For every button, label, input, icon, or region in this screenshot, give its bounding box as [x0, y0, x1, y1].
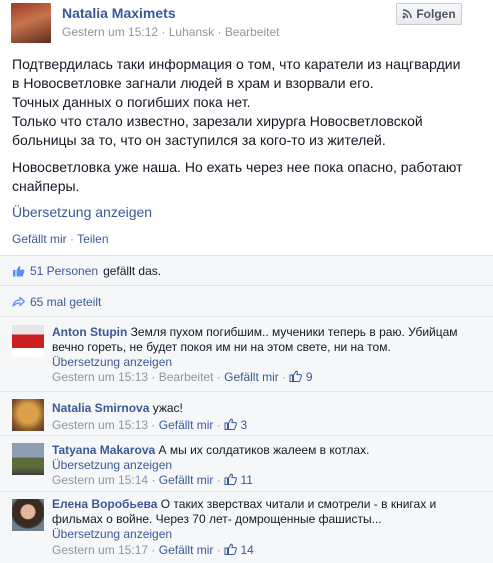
author-name[interactable]: Natalia Maximets: [62, 5, 176, 21]
post-line: Точных данных о погибших пока нет.: [12, 94, 251, 110]
author-avatar[interactable]: [11, 3, 51, 43]
comment-translate-link[interactable]: Übersetzung anzeigen: [52, 355, 172, 369]
meta-separator: ·: [161, 25, 166, 39]
comment-like-link[interactable]: Gefällt mir: [159, 543, 214, 557]
facebook-post: Natalia Maximets Gestern um 15:12 · Luha…: [0, 0, 493, 563]
comment-time[interactable]: Gestern um 15:13: [52, 370, 148, 384]
post-location[interactable]: Luhansk: [169, 25, 214, 39]
feedback-section: 51 Personen gefällt das. 65 mal geteilt …: [0, 255, 493, 563]
likes-summary: 51 Personen gefällt das.: [0, 256, 493, 286]
thumbs-up-icon: [289, 370, 303, 382]
commenter-avatar[interactable]: [12, 499, 44, 531]
comment-body: А мы их солдатиков жалеем в котлах.: [158, 443, 370, 457]
commenter-name[interactable]: Елена Воробьева: [52, 497, 157, 511]
post-paragraph-2: Новосветловка уже наша. Но ехать через н…: [12, 158, 482, 196]
comment-translate-row: Übersetzung anzeigen: [52, 527, 172, 542]
comment-like-count[interactable]: 9: [306, 370, 313, 384]
post-time[interactable]: Gestern um 15:12: [62, 25, 158, 39]
comment-like-link[interactable]: Gefällt mir: [224, 370, 279, 384]
comment-edited[interactable]: Bearbeitet: [159, 370, 214, 384]
comment-item: Tatyana Makarova А мы их солдатиков жале…: [0, 443, 493, 493]
shares-summary: 65 mal geteilt: [0, 287, 493, 317]
comment-like-link[interactable]: Gefällt mir: [159, 418, 214, 432]
comment-divider: [0, 491, 493, 492]
comment-text: Anton Stupin Земля пухом погибшим.. муче…: [52, 325, 482, 355]
thumbs-up-icon: [224, 418, 237, 430]
comment-divider: [0, 391, 493, 392]
comment-meta: Gestern um 15:17 · Gefällt mir · 14: [52, 543, 254, 557]
comment-text: Елена Воробьева О таких зверствах читали…: [52, 497, 482, 527]
comment-divider: [0, 435, 493, 436]
commenter-avatar[interactable]: [12, 325, 44, 357]
commenter-name[interactable]: Tatyana Makarova: [52, 443, 155, 457]
post-line: в Новосветловке загнали людей в храм и в…: [12, 75, 374, 91]
post-edited[interactable]: Bearbeitet: [225, 25, 280, 39]
comment-item: Anton Stupin Земля пухом погибшим.. муче…: [0, 325, 493, 393]
comment-meta: Gestern um 15:14 · Gefällt mir · 11: [52, 473, 253, 487]
post-line: Новосветловка уже наша. Но ехать через н…: [12, 159, 463, 175]
thumbs-up-icon: [224, 473, 237, 485]
share-arrow-icon: [12, 296, 25, 307]
like-link[interactable]: Gefällt mir: [12, 232, 67, 246]
commenter-avatar[interactable]: [12, 399, 44, 431]
comment-translate-row: Übersetzung anzeigen: [52, 355, 172, 370]
action-separator: ·: [70, 232, 75, 246]
comment-body: ужас!: [152, 401, 183, 415]
comment-body-line2: вечно гореть, не будет покоя им ни на эт…: [52, 340, 391, 354]
comment-item: Natalia Smirnova ужас! Gestern um 15:13 …: [0, 399, 493, 435]
comment-body-line2: фильмах о войне. Через 70 лет- домрощенн…: [52, 512, 382, 526]
comment-meta: Gestern um 15:13 · Gefällt mir · 3: [52, 418, 248, 432]
share-link[interactable]: Teilen: [77, 232, 108, 246]
comment-time[interactable]: Gestern um 15:13: [52, 418, 148, 432]
post-line: Только что стало известно, зарезали хиру…: [12, 113, 423, 129]
post-line: больницы за то, что он заступился за ког…: [12, 132, 386, 148]
post-body: Подтвердилась таки информация о том, что…: [12, 55, 482, 204]
post-meta: Gestern um 15:12 · Luhansk · Bearbeitet: [62, 25, 280, 39]
comment-meta: Gestern um 15:13 · Bearbeitet · Gefällt …: [52, 370, 313, 384]
comment-translate-link[interactable]: Übersetzung anzeigen: [52, 458, 172, 472]
likes-count-link[interactable]: 51 Personen: [30, 264, 98, 278]
follow-label: Folgen: [416, 7, 456, 21]
commenter-avatar[interactable]: [12, 443, 44, 475]
comment-like-count[interactable]: 11: [240, 473, 252, 487]
comment-like-count[interactable]: 14: [240, 543, 253, 557]
thumbs-up-icon: [224, 543, 237, 555]
comment-like-count[interactable]: 3: [240, 418, 247, 432]
comment-text: Tatyana Makarova А мы их солдатиков жале…: [52, 443, 482, 458]
see-translation-link[interactable]: Übersetzung anzeigen: [12, 204, 152, 220]
comment-time[interactable]: Gestern um 15:17: [52, 543, 148, 557]
commenter-name[interactable]: Natalia Smirnova: [52, 401, 149, 415]
post-actions: Gefällt mir · Teilen: [12, 232, 109, 246]
comment-translate-row: Übersetzung anzeigen: [52, 458, 172, 473]
comment-body: О таких зверствах читали и смотрели - в …: [160, 497, 437, 511]
comment-time[interactable]: Gestern um 15:14: [52, 473, 148, 487]
commenter-name[interactable]: Anton Stupin: [52, 325, 127, 339]
comment-text: Natalia Smirnova ужас!: [52, 401, 482, 416]
post-paragraph-1: Подтвердилась таки информация о том, что…: [12, 55, 482, 150]
shares-count-link[interactable]: 65 mal geteilt: [30, 295, 101, 309]
post-line: Подтвердилась таки информация о том, что…: [12, 56, 461, 72]
meta-separator: ·: [217, 25, 222, 39]
follow-button[interactable]: Folgen: [396, 3, 462, 25]
thumbs-up-icon: [13, 265, 25, 276]
comment-translate-link[interactable]: Übersetzung anzeigen: [52, 527, 172, 541]
rss-icon: [402, 9, 413, 19]
comment-item: Елена Воробьева О таких зверствах читали…: [0, 497, 493, 561]
comment-body: Земля пухом погибшим.. мученики теперь в…: [130, 325, 458, 339]
comment-like-link[interactable]: Gefällt mir: [159, 473, 214, 487]
likes-suffix: gefällt das.: [103, 263, 162, 278]
post-line: снайперы.: [12, 178, 80, 194]
